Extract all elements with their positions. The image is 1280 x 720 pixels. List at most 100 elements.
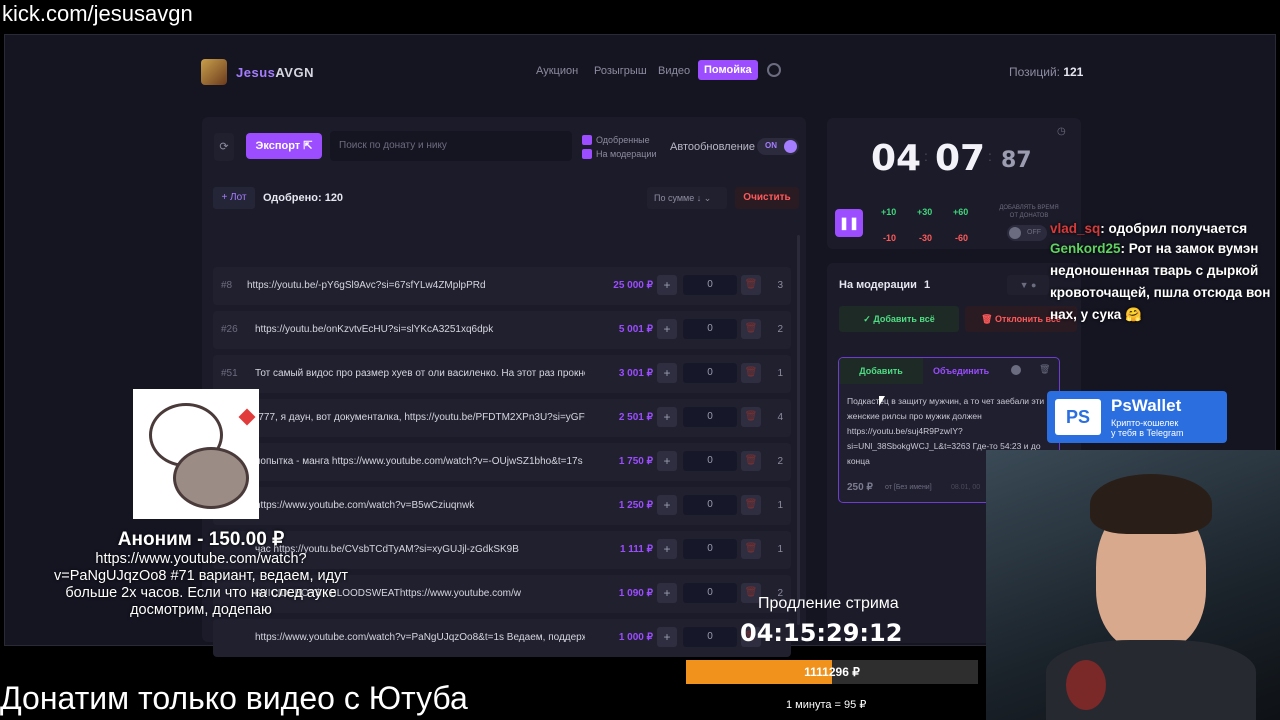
donation-row[interactable]: https://www.youtube.com/watch?v=B5wCziuq… bbox=[213, 487, 791, 525]
row-qty-input[interactable]: 0 bbox=[683, 407, 737, 427]
donation-row[interactable]: попытка - манга https://www.youtube.com/… bbox=[213, 443, 791, 481]
card-add-button[interactable]: Добавить bbox=[839, 358, 923, 384]
approved-checkbox[interactable] bbox=[582, 135, 592, 145]
chat-message: vlad_sq: одобрил получается bbox=[1050, 218, 1280, 238]
filter-icon[interactable]: ▼ ● bbox=[1007, 275, 1049, 295]
sort-select[interactable]: По сумме ↓ ⌄ bbox=[647, 187, 727, 209]
row-qty-input[interactable]: 0 bbox=[683, 539, 737, 559]
trash-icon[interactable]: 🗑 bbox=[1039, 364, 1050, 375]
autoupdate-label: Автообновление bbox=[670, 141, 756, 153]
row-count: 4 bbox=[777, 412, 783, 423]
clear-button[interactable]: Очистить bbox=[735, 187, 799, 209]
plus-10-button[interactable]: +10 bbox=[881, 207, 896, 217]
row-id: #8 bbox=[221, 280, 233, 291]
moderation-count: 1 bbox=[923, 279, 931, 291]
info-icon[interactable] bbox=[1011, 365, 1021, 375]
donation-row[interactable]: https://www.youtube.com/watch?v=PaNgUJqz… bbox=[213, 619, 791, 657]
pause-button[interactable]: ❚❚ bbox=[835, 209, 863, 237]
row-plus-button[interactable]: + bbox=[657, 495, 677, 515]
donation-row[interactable]: #8 https://youtu.be/-pY6gSl9Avc?si=67sfYL… bbox=[213, 267, 791, 305]
row-plus-button[interactable]: + bbox=[657, 539, 677, 559]
row-amount: 3 001 ₽ bbox=[618, 368, 653, 379]
nav-auction[interactable]: Аукцион bbox=[536, 65, 578, 77]
refresh-icon[interactable]: ⟳ bbox=[214, 133, 234, 161]
donation-row[interactable]: #26 https://youtu.be/onKzvtvEcHU?si=slYKc… bbox=[213, 311, 791, 349]
row-amount: 1 090 ₽ bbox=[618, 588, 653, 599]
row-text: -777, я даун, вот документалка, https://… bbox=[255, 412, 585, 423]
row-plus-button[interactable]: + bbox=[657, 627, 677, 647]
list-scrollbar[interactable] bbox=[797, 235, 800, 625]
row-amount: 25 000 ₽ bbox=[613, 280, 653, 291]
positions-counter: Позиций: 121 bbox=[1009, 65, 1083, 79]
progress-value: 1111296 ₽ bbox=[804, 665, 860, 679]
moderation-checkbox[interactable] bbox=[582, 149, 592, 159]
pswallet-subtitle: Крипто-кошелек у тебя в Telegram bbox=[1111, 418, 1184, 438]
add-all-label: Добавить всё bbox=[873, 314, 935, 324]
export-label: Экспорт bbox=[255, 140, 301, 152]
history-icon[interactable]: ◷ bbox=[1057, 126, 1066, 137]
stream-url-text: kick.com/jesusavgn bbox=[0, 0, 1280, 30]
row-delete-icon[interactable]: 🗑 bbox=[741, 495, 761, 515]
autoupdate-state: ON bbox=[765, 141, 777, 150]
row-count: 2 bbox=[777, 456, 783, 467]
row-plus-button[interactable]: + bbox=[657, 583, 677, 603]
search-input[interactable]: Поиск по донату и нику bbox=[330, 131, 572, 161]
row-qty-input[interactable]: 0 bbox=[683, 363, 737, 383]
nav-trash[interactable]: Помойка bbox=[698, 60, 758, 80]
row-qty-input[interactable]: 0 bbox=[683, 275, 737, 295]
nav-video[interactable]: Видео bbox=[658, 65, 690, 77]
export-button[interactable]: Экспорт ⇱ bbox=[246, 133, 322, 159]
card-amount: 250 ₽ bbox=[847, 482, 873, 493]
brand-suffix: AVGN bbox=[275, 65, 314, 80]
row-delete-icon[interactable]: 🗑 bbox=[741, 319, 761, 339]
sort-label: По сумме bbox=[654, 193, 695, 203]
donation-sticker-image bbox=[133, 389, 259, 519]
approved-filter-label: Одобренные bbox=[596, 135, 650, 145]
nav-giveaway[interactable]: Розыгрыш bbox=[594, 65, 647, 77]
row-amount: 5 001 ₽ bbox=[618, 324, 653, 335]
row-qty-input[interactable]: 0 bbox=[683, 583, 737, 603]
brand-prefix: Jesus bbox=[236, 65, 276, 80]
donation-row[interactable]: #50-777, я даун, вот документалка, https… bbox=[213, 399, 791, 437]
row-plus-button[interactable]: + bbox=[657, 407, 677, 427]
row-qty-input[interactable]: 0 bbox=[683, 451, 737, 471]
card-author: от [Без имени] bbox=[885, 484, 932, 491]
minus-60-button[interactable]: -60 bbox=[955, 233, 968, 243]
autoupdate-toggle[interactable]: ON bbox=[757, 138, 799, 155]
add-lot-button[interactable]: + Лот bbox=[213, 187, 255, 209]
row-text: попытка - манга https://www.youtube.com/… bbox=[255, 456, 583, 467]
donation-text: https://www.youtube.com/watch?v=PaNgUJqz… bbox=[54, 551, 348, 618]
add-all-button[interactable]: ✓ Добавить всё bbox=[839, 306, 959, 332]
row-id: #26 bbox=[221, 324, 238, 335]
row-delete-icon[interactable]: 🗑 bbox=[741, 451, 761, 471]
bottom-banner-text: Донатим только видео с Ютуба bbox=[0, 680, 468, 716]
chat-username: vlad_sq bbox=[1050, 221, 1101, 236]
donation-row[interactable]: #51 Тот самый видос про размер хуев от ол… bbox=[213, 355, 791, 393]
positions-label: Позиций: bbox=[1009, 65, 1060, 79]
minus-30-button[interactable]: -30 bbox=[919, 233, 932, 243]
donate-time-toggle[interactable]: OFF bbox=[1007, 225, 1047, 241]
row-plus-button[interactable]: + bbox=[657, 451, 677, 471]
row-text: https://www.youtube.com/watch?v=PaNgUJqz… bbox=[255, 632, 585, 643]
row-plus-button[interactable]: + bbox=[657, 363, 677, 383]
row-delete-icon[interactable]: 🗑 bbox=[741, 275, 761, 295]
row-delete-icon[interactable]: 🗑 bbox=[741, 407, 761, 427]
row-plus-button[interactable]: + bbox=[657, 275, 677, 295]
minus-10-button[interactable]: -10 bbox=[883, 233, 896, 243]
plus-60-button[interactable]: +60 bbox=[953, 207, 968, 217]
card-merge-button[interactable]: Объединить bbox=[933, 366, 989, 376]
plus-30-button[interactable]: +30 bbox=[917, 207, 932, 217]
pswallet-title: PsWallet bbox=[1111, 396, 1182, 415]
row-qty-input[interactable]: 0 bbox=[683, 319, 737, 339]
chat-text: : одобрил получается bbox=[1100, 221, 1248, 236]
stream-extension-title: Продление стрима bbox=[758, 595, 899, 612]
row-delete-icon[interactable]: 🗑 bbox=[741, 363, 761, 383]
row-qty-input[interactable]: 0 bbox=[683, 627, 737, 647]
row-amount: 1 750 ₽ bbox=[618, 456, 653, 467]
row-qty-input[interactable]: 0 bbox=[683, 495, 737, 515]
gear-icon[interactable] bbox=[767, 63, 781, 77]
row-amount: 1 000 ₽ bbox=[618, 632, 653, 643]
donation-title: Аноним - 150.00 ₽ bbox=[117, 529, 285, 550]
row-plus-button[interactable]: + bbox=[657, 319, 677, 339]
row-delete-icon[interactable]: 🗑 bbox=[741, 539, 761, 559]
